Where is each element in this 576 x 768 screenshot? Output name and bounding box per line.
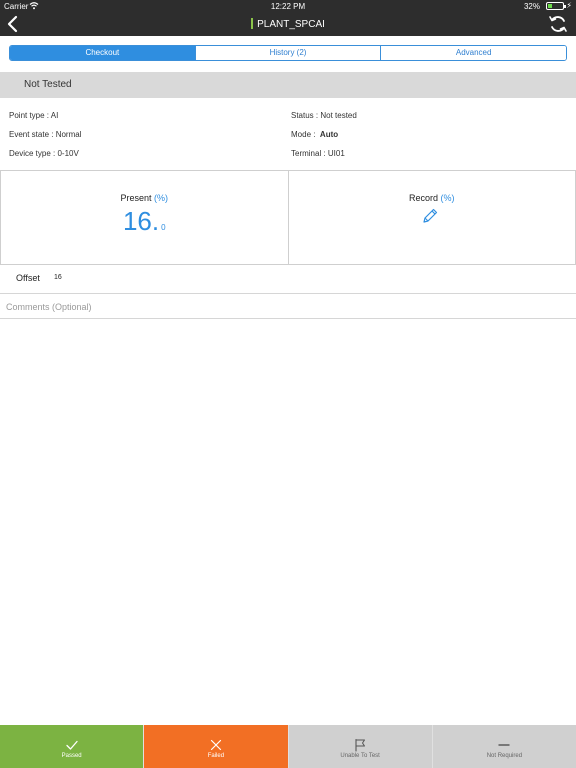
status-bar: Carrier 12:22 PM 32% ⚡ xyxy=(0,0,576,12)
present-label: Present (%) xyxy=(1,193,288,203)
top-bar: Carrier 12:22 PM 32% ⚡ PLANT_SPCAI xyxy=(0,0,576,36)
flag-icon xyxy=(355,738,366,752)
mode-row: Mode : Auto xyxy=(291,130,338,139)
section-header-text: Not Tested xyxy=(24,79,72,90)
present-value-int: 16. xyxy=(122,206,160,236)
point-type: Point type : AI xyxy=(9,111,59,120)
failed-label: Failed xyxy=(207,753,225,759)
tab-checkout[interactable]: Checkout xyxy=(10,46,196,60)
record-label: Record (%) xyxy=(289,193,576,203)
title-accent-bar xyxy=(251,18,254,29)
not-required-button[interactable]: Not Required xyxy=(432,725,576,768)
segmented-tabs: Checkout History (2) Advanced xyxy=(9,45,567,61)
record-unit: (%) xyxy=(440,193,455,203)
action-bar: Passed Failed Unable To Test Not Require… xyxy=(0,725,576,768)
page-title-text: PLANT_SPCAI xyxy=(257,19,325,30)
status-value: Status : Not tested xyxy=(291,111,357,120)
battery-icon xyxy=(546,2,566,10)
divider xyxy=(0,318,576,319)
battery-percent: 32% xyxy=(523,2,540,11)
mode-label: Mode : xyxy=(291,130,316,139)
device-type: Device type : 0-10V xyxy=(9,149,79,158)
divider xyxy=(0,293,576,294)
event-state: Event state : Normal xyxy=(9,130,82,139)
refresh-icon[interactable] xyxy=(548,14,568,34)
close-icon xyxy=(210,739,221,751)
offset-label: Offset xyxy=(16,273,40,283)
terminal-value: Terminal : UI01 xyxy=(291,149,345,158)
passed-button[interactable]: Passed xyxy=(0,725,145,768)
status-time: 12:22 PM xyxy=(270,2,306,11)
check-icon xyxy=(65,740,78,750)
tab-advanced[interactable]: Advanced xyxy=(381,46,566,60)
tab-history[interactable]: History (2) xyxy=(195,46,382,60)
present-cell: Present (%) 16. 0 xyxy=(1,171,289,264)
present-value-dec: 0 xyxy=(161,223,166,232)
failed-button[interactable]: Failed xyxy=(144,725,289,768)
present-value: 16. 0 xyxy=(1,206,288,237)
not-required-label: Not Required xyxy=(486,753,523,759)
charging-icon: ⚡ xyxy=(566,1,572,10)
unable-to-test-button[interactable]: Unable To Test xyxy=(288,725,433,768)
page-title: PLANT_SPCAI xyxy=(0,18,576,30)
offset-value[interactable]: 16 xyxy=(54,274,62,281)
minus-icon xyxy=(498,744,511,746)
passed-label: Passed xyxy=(61,753,82,759)
record-label-text: Record xyxy=(408,193,438,203)
unable-to-test-label: Unable To Test xyxy=(340,753,380,759)
section-header: Not Tested xyxy=(0,72,576,98)
present-unit: (%) xyxy=(154,193,169,203)
reading-panel: Present (%) 16. 0 Record (%) xyxy=(0,170,576,265)
comments-input[interactable] xyxy=(6,300,566,314)
mode-value: Auto xyxy=(319,130,339,139)
pencil-icon[interactable] xyxy=(421,207,439,225)
present-label-text: Present xyxy=(120,193,152,203)
